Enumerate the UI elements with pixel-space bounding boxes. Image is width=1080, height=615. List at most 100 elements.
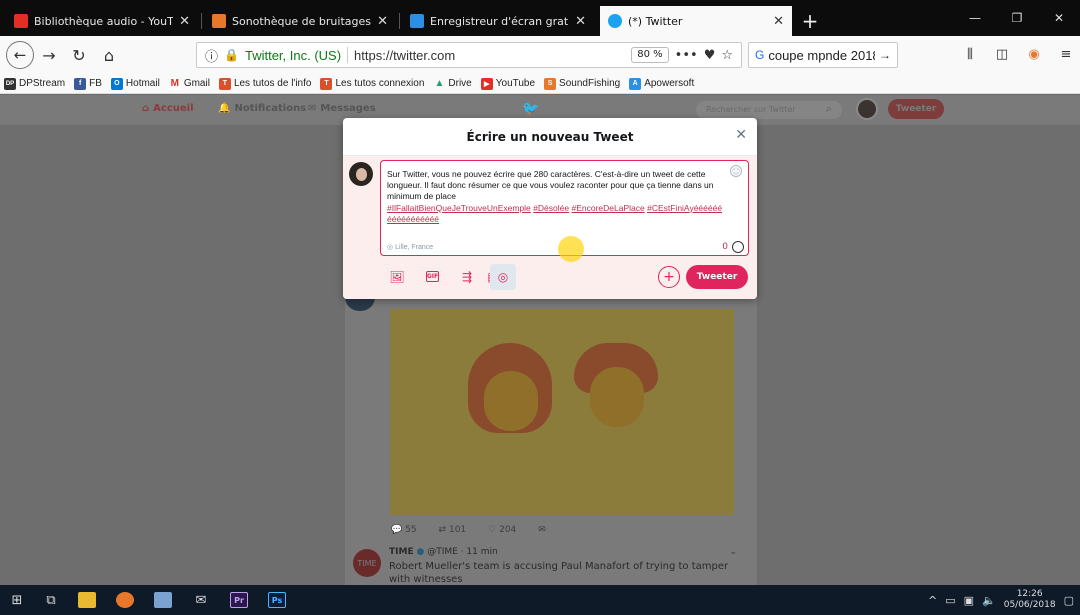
photoshop-icon[interactable]: Ps [258, 585, 296, 615]
facebook-icon: f [74, 77, 87, 90]
mouse-cursor-highlight [558, 236, 584, 262]
clock[interactable]: 12:26 05/06/2018 [1004, 589, 1056, 611]
bookmarks-toolbar: DP DPStream f FB O Hotmail M Gmail T Les tuto… [0, 74, 1080, 94]
tab-sonotheque[interactable]: Sonothèque de bruitages et mu ✕ [204, 6, 400, 36]
youtube-icon: ▶ [480, 77, 493, 90]
close-tab-icon[interactable]: ✕ [377, 14, 388, 29]
toolbar-right: ⫼ ◫ ◉ ≡ [956, 40, 1080, 68]
paint-icon[interactable] [144, 585, 182, 615]
close-tab-icon[interactable]: ✕ [773, 14, 784, 29]
avatar[interactable] [856, 98, 878, 120]
twitter-bird-icon[interactable]: 🐦 [522, 101, 539, 117]
modal-title: Écrire un nouveau Tweet [466, 129, 634, 144]
windows-taskbar: ⊞ ⧉ ✉ Pr Ps ^ ▭ ▣ 🔈 12:26 05/06/2018 ▢ [0, 585, 1080, 615]
extension-icon[interactable]: ◉ [1020, 40, 1048, 68]
time-logo[interactable]: TIME [353, 549, 381, 577]
bookmark-dpstream[interactable]: DP DPStream [4, 77, 65, 90]
premiere-icon[interactable]: Pr [220, 585, 258, 615]
tab-title: Bibliothèque audio - YouTube [34, 14, 173, 28]
tab-title: (*) Twitter [628, 14, 683, 28]
bookmark-apowersoft[interactable]: A Apowersoft [629, 77, 694, 90]
reply-action[interactable]: 💬 55 [391, 525, 417, 535]
soundfishing-icon: S [544, 77, 557, 90]
mail-app-icon[interactable]: ✉ [182, 585, 220, 615]
tweet-body-text: Sur Twitter, vous ne pouvez écrire que 2… [387, 169, 714, 202]
bookmark-hotmail[interactable]: O Hotmail [110, 77, 160, 90]
emoji-picker-icon[interactable]: ☺ [730, 165, 742, 177]
back-button[interactable]: ← [6, 41, 34, 69]
info-icon[interactable]: ⓘ [205, 46, 218, 65]
location-tag[interactable]: ◎ Lille, France [387, 243, 433, 251]
reload-button[interactable]: ↻ [64, 40, 94, 70]
close-window-icon[interactable]: ✕ [1038, 0, 1080, 36]
bookmark-fb[interactable]: f FB [74, 77, 102, 90]
tab-twitter[interactable]: (*) Twitter ✕ [600, 6, 792, 36]
volume-icon[interactable]: 🔈 [982, 594, 996, 607]
tab-youtube[interactable]: Bibliothèque audio - YouTube ✕ [6, 6, 202, 36]
dm-action[interactable]: ✉ [538, 525, 546, 535]
nav-home[interactable]: ⌂ Accueil [142, 103, 194, 114]
bookmark-gmail[interactable]: M Gmail [168, 77, 210, 90]
hashtag[interactable]: #EncoreDeLaPlace [571, 203, 644, 213]
modal-header: Écrire un nouveau Tweet ✕ [343, 118, 757, 156]
bookmark-drive[interactable]: ▲ Drive [433, 78, 471, 90]
nav-messages[interactable]: ✉ Messages [308, 103, 376, 114]
file-explorer-icon[interactable] [68, 585, 106, 615]
pocket-icon[interactable]: ♥ [704, 48, 716, 63]
start-icon[interactable]: ⊞ [0, 585, 34, 615]
hashtag[interactable]: #IlFallaitBienQueJeTrouveUnExemple [387, 203, 531, 213]
chevron-up-icon[interactable]: ^ [928, 594, 937, 607]
minimize-icon[interactable]: — [954, 0, 996, 36]
bookmark-tutos-connexion[interactable]: T Les tutos connexion [320, 77, 424, 90]
close-tab-icon[interactable]: ✕ [575, 14, 586, 29]
search-bar[interactable]: G coupe mpnde 2018 → [748, 42, 898, 68]
twitter-favicon-icon [608, 14, 622, 28]
task-view-icon[interactable]: ⧉ [34, 585, 68, 615]
search-icon[interactable]: ⌕ [826, 102, 832, 116]
nav-tweet-button[interactable]: Tweeter [888, 99, 944, 119]
tweet-image[interactable] [390, 309, 734, 515]
avatar [345, 297, 375, 311]
network-icon[interactable]: ▣ [964, 594, 974, 607]
apowersoft-icon: A [629, 77, 642, 90]
thread-icon[interactable]: ⇶ [458, 268, 476, 286]
zoom-indicator[interactable]: 80 % [631, 47, 669, 63]
page-actions-icon[interactable]: ••• [675, 48, 698, 63]
close-tab-icon[interactable]: ✕ [179, 14, 190, 29]
gif-icon[interactable]: GIF [426, 271, 439, 282]
bookmark-youtube[interactable]: ▶ YouTube [480, 77, 535, 90]
retweet-action[interactable]: ⇄ 101 [439, 525, 467, 535]
retweet-icon: ⇄ [438, 525, 447, 535]
image-icon[interactable]: 🖼 [388, 268, 406, 286]
chevron-down-icon[interactable]: ⌄ [729, 547, 737, 557]
sidebar-icon[interactable]: ◫ [988, 40, 1016, 68]
bookmark-tutos-info[interactable]: T Les tutos de l'info [218, 77, 311, 90]
twitter-search-input[interactable]: Rechercher sur Twitter [696, 101, 842, 119]
like-action[interactable]: ♡ 204 [488, 525, 516, 535]
location-icon[interactable]: ◎ [490, 264, 516, 290]
forward-button[interactable]: → [34, 40, 64, 70]
url-text[interactable]: https://twitter.com [354, 48, 625, 63]
search-input[interactable]: coupe mpnde 2018 [768, 48, 875, 63]
home-button[interactable]: ⌂ [94, 40, 124, 70]
nav-notifications[interactable]: 🔔 Notifications [218, 103, 306, 114]
url-bar[interactable]: ⓘ 🔒 Twitter, Inc. (US) https://twitter.c… [196, 42, 742, 68]
battery-icon[interactable]: ▭ [945, 594, 955, 607]
firefox-icon[interactable] [106, 585, 144, 615]
close-icon[interactable]: ✕ [735, 127, 747, 143]
restore-icon[interactable]: ❐ [996, 0, 1038, 36]
library-icon[interactable]: ⫼ [956, 40, 984, 68]
search-go-icon[interactable]: → [879, 48, 891, 62]
drive-icon: ▲ [434, 78, 445, 89]
new-tab-button[interactable]: + [796, 6, 824, 36]
tweet-text[interactable]: Sur Twitter, vous ne pouvez écrire que 2… [387, 169, 725, 225]
tab-apowersoft[interactable]: Enregistreur d'écran gratuit - e ✕ [402, 6, 594, 36]
notifications-icon[interactable]: ▢ [1064, 594, 1074, 607]
bookmark-star-icon[interactable]: ☆ [721, 48, 733, 63]
add-tweet-button[interactable]: + [658, 266, 680, 288]
bookmark-soundfishing[interactable]: S SoundFishing [544, 77, 620, 90]
tweet-button[interactable]: Tweeter [686, 265, 748, 289]
hashtag[interactable]: #Désolée [533, 203, 569, 213]
menu-icon[interactable]: ≡ [1052, 40, 1080, 68]
lock-icon[interactable]: 🔒 [224, 48, 239, 62]
